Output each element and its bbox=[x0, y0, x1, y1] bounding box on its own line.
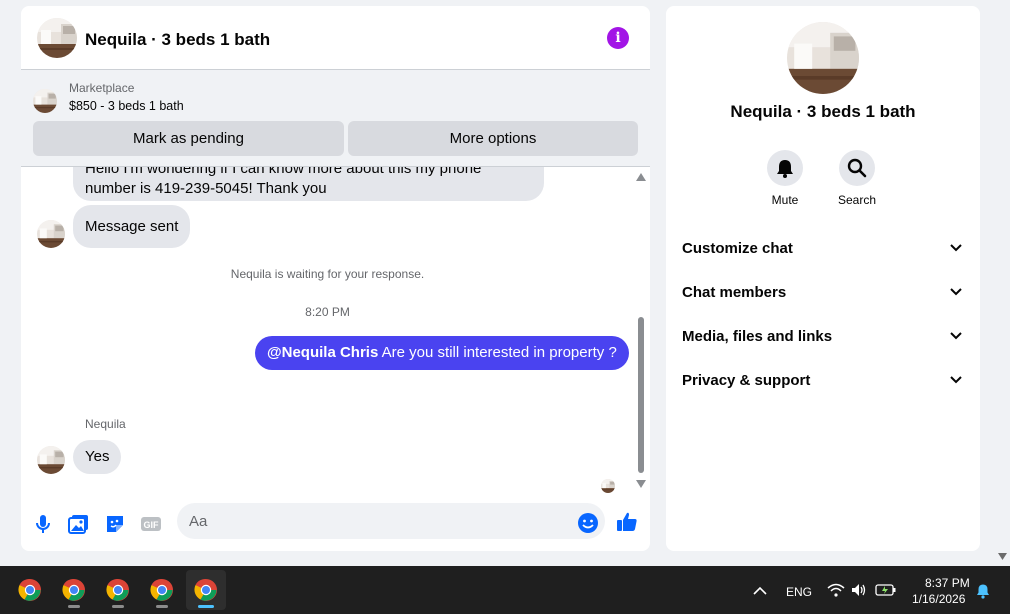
language-indicator[interactable]: ENG bbox=[786, 585, 812, 599]
message-text: Are you still interested in property ? bbox=[378, 344, 617, 361]
page-scroll-down-arrow[interactable] bbox=[998, 553, 1007, 560]
emoji-icon[interactable] bbox=[576, 511, 600, 535]
taskbar: ENG 8:37 PM 1/16/2026 bbox=[0, 566, 1010, 614]
chrome-profile-taskbar-app[interactable] bbox=[98, 570, 138, 610]
chrome-taskbar-app[interactable] bbox=[10, 570, 50, 610]
mute-label: Mute bbox=[771, 193, 799, 207]
mark-as-pending-button[interactable]: Mark as pending bbox=[33, 121, 344, 156]
clock-date[interactable]: 1/16/2026 bbox=[912, 592, 965, 606]
section-label: Privacy & support bbox=[682, 372, 811, 389]
thumbs-up-icon[interactable] bbox=[615, 510, 639, 534]
message-line: Hello I'm wondering if I can know more a… bbox=[85, 167, 482, 177]
listing-avatar[interactable] bbox=[787, 22, 859, 94]
section-label: Chat members bbox=[682, 284, 787, 301]
section-label: Customize chat bbox=[682, 240, 793, 257]
search-label: Search bbox=[837, 193, 877, 207]
info-title: Nequila · 3 beds 1 bath bbox=[730, 102, 916, 121]
incoming-message[interactable]: Yes bbox=[73, 440, 122, 474]
more-options-button[interactable]: More options bbox=[348, 121, 638, 156]
bell-icon bbox=[777, 160, 793, 178]
chat-panel: Nequila · 3 beds 1 bath i Marketplace $8… bbox=[21, 6, 650, 551]
chrome-icon bbox=[194, 578, 218, 602]
listing-thumbnail[interactable] bbox=[33, 89, 57, 113]
wifi-icon[interactable] bbox=[827, 583, 845, 597]
scroll-down-arrow[interactable] bbox=[636, 480, 646, 488]
sticker-icon[interactable] bbox=[103, 512, 127, 536]
image-icon[interactable] bbox=[67, 512, 91, 536]
incoming-message[interactable]: Message sent bbox=[73, 205, 191, 248]
active-indicator bbox=[198, 605, 214, 608]
info-panel: Nequila · 3 beds 1 bath Mute Search Cust… bbox=[666, 6, 980, 551]
outgoing-message[interactable]: @Nequila Chris Are you still interested … bbox=[255, 336, 629, 370]
message-scrollbar[interactable] bbox=[634, 167, 648, 494]
message-input[interactable] bbox=[177, 503, 605, 539]
notification-bell-icon[interactable] bbox=[975, 583, 991, 599]
chevron-down-icon bbox=[950, 332, 962, 340]
search-circle bbox=[839, 150, 875, 186]
mention[interactable]: @Nequila Chris bbox=[267, 344, 378, 361]
chevron-down-icon bbox=[950, 244, 962, 252]
scroll-up-arrow[interactable] bbox=[636, 173, 646, 181]
volume-icon[interactable] bbox=[851, 583, 867, 597]
running-indicator bbox=[68, 605, 80, 608]
chrome-icon bbox=[62, 578, 86, 602]
chrome-icon bbox=[106, 578, 130, 602]
section-label: Media, files and links bbox=[682, 328, 833, 345]
chrome-active-taskbar-app[interactable] bbox=[186, 570, 226, 610]
message-line: number is 419-239-5045! Thank you bbox=[85, 180, 327, 197]
battery-icon[interactable] bbox=[875, 583, 897, 597]
chevron-down-icon bbox=[950, 288, 962, 296]
message-list: Hello I'm wondering if I can know more a… bbox=[21, 167, 650, 494]
chevron-up-icon[interactable] bbox=[753, 586, 767, 595]
sender-name: Nequila bbox=[85, 417, 126, 431]
composer: GIF bbox=[21, 496, 650, 551]
mute-circle bbox=[767, 150, 803, 186]
chrome-icon bbox=[150, 578, 174, 602]
chrome-profile-taskbar-app[interactable] bbox=[142, 570, 182, 610]
running-indicator bbox=[156, 605, 168, 608]
listing-avatar[interactable] bbox=[37, 18, 77, 58]
chat-header: Nequila · 3 beds 1 bath i bbox=[21, 6, 650, 70]
sender-avatar[interactable] bbox=[37, 446, 65, 474]
chrome-profile-taskbar-app[interactable] bbox=[54, 570, 94, 610]
mute-button[interactable]: Mute bbox=[755, 150, 815, 207]
scroll-thumb[interactable] bbox=[638, 317, 644, 473]
incoming-message[interactable]: Hello I'm wondering if I can know more a… bbox=[73, 167, 544, 201]
microphone-icon[interactable] bbox=[31, 512, 55, 536]
chat-title[interactable]: Nequila · 3 beds 1 bath bbox=[85, 30, 270, 50]
svg-text:GIF: GIF bbox=[144, 520, 160, 530]
gif-icon[interactable]: GIF bbox=[139, 512, 163, 536]
listing-price[interactable]: $850 - 3 beds 1 bath bbox=[69, 99, 184, 113]
clock-time[interactable]: 8:37 PM bbox=[925, 576, 970, 590]
search-button[interactable]: Search bbox=[827, 150, 887, 207]
marketplace-card: Marketplace $850 - 3 beds 1 bath Mark as… bbox=[21, 70, 650, 167]
chevron-down-icon bbox=[950, 376, 962, 384]
sender-avatar[interactable] bbox=[37, 220, 65, 248]
waiting-notice: Nequila is waiting for your response. bbox=[230, 267, 425, 281]
marketplace-label: Marketplace bbox=[69, 81, 135, 95]
customize-chat-row[interactable]: Customize chat bbox=[666, 226, 980, 270]
message-timestamp: 8:20 PM bbox=[305, 305, 350, 319]
privacy-support-row[interactable]: Privacy & support bbox=[666, 358, 980, 402]
search-icon bbox=[847, 158, 867, 178]
running-indicator bbox=[112, 605, 124, 608]
info-icon[interactable]: i bbox=[607, 27, 629, 49]
media-files-links-row[interactable]: Media, files and links bbox=[666, 314, 980, 358]
chat-members-row[interactable]: Chat members bbox=[666, 270, 980, 314]
page-scrollbar[interactable] bbox=[995, 0, 1010, 566]
read-receipt-avatar bbox=[601, 479, 615, 493]
chrome-icon bbox=[18, 578, 42, 602]
